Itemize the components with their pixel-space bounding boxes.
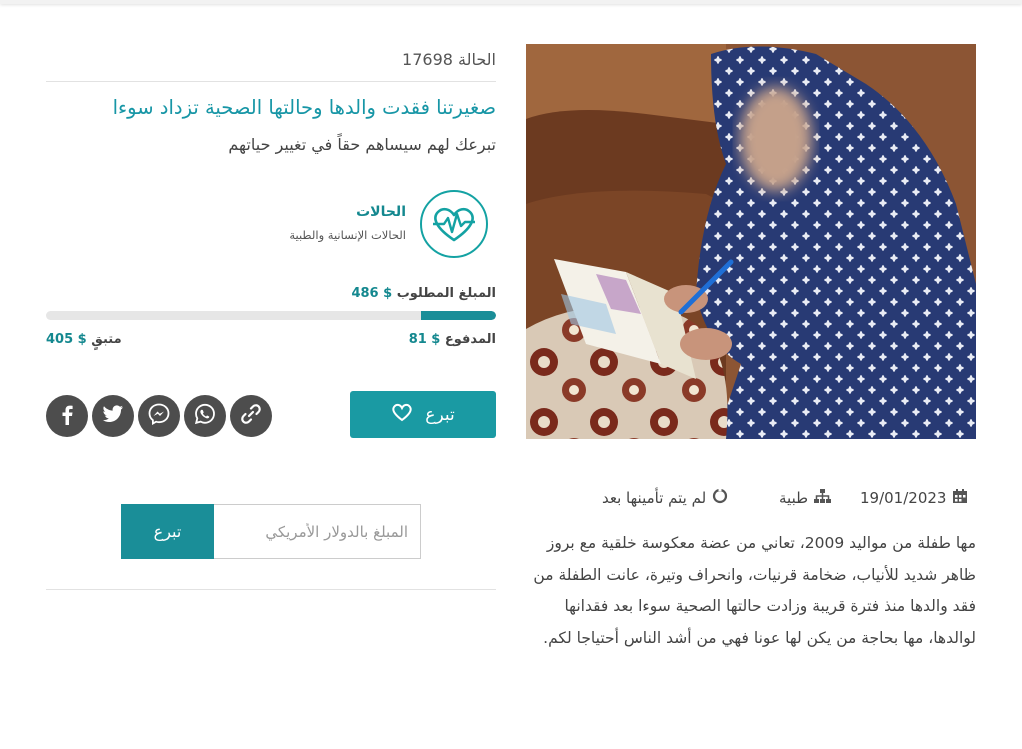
remaining-value: 405 $ [46, 332, 87, 347]
donate-amount-button[interactable]: تبرع [121, 504, 214, 559]
donate-button[interactable]: تبرع [350, 391, 496, 438]
whatsapp-icon [194, 403, 216, 429]
messenger-icon [148, 403, 170, 429]
share-facebook-button[interactable] [46, 395, 88, 437]
heart-icon [391, 402, 413, 427]
share-link-button[interactable] [230, 395, 272, 437]
case-subtitle: تبرعك لهم سيساهم حقاً في تغيير حياتهم [228, 135, 496, 154]
link-icon [240, 403, 262, 429]
category-description: الحالات الإنسانية والطبية [289, 228, 406, 242]
case-date: 19/01/2023 [860, 486, 976, 510]
funding-progress-fill [420, 311, 496, 320]
funding-progress-bar [46, 311, 496, 320]
divider [46, 81, 496, 82]
case-title: صغيرتنا فقدت والدها وحالتها الصحية تزداد… [112, 96, 496, 119]
top-bar [0, 0, 1022, 4]
category-text: طبية [779, 489, 809, 507]
twitter-icon [102, 405, 124, 427]
insurance-text: لم يتم تأمينها بعد [602, 489, 707, 507]
case-number: الحالة 17698 [402, 50, 496, 69]
sitemap-icon [814, 488, 832, 508]
share-whatsapp-button[interactable] [184, 395, 226, 437]
remaining-label: متبقٍ [91, 332, 122, 347]
category-icon-badge[interactable] [420, 190, 488, 258]
required-value: 486 $ [351, 286, 393, 301]
donate-button-label: تبرع [425, 404, 455, 425]
date-text: 19/01/2023 [860, 489, 947, 507]
required-amount: المبلغ المطلوب 486 $ [296, 286, 496, 301]
divider [46, 589, 496, 590]
insurance-status: لم يتم تأمينها بعد [602, 486, 762, 510]
paid-label: المدفوع [444, 332, 496, 347]
share-messenger-button[interactable] [138, 395, 180, 437]
case-category: طبية [779, 486, 845, 510]
case-story: مها طفلة من مواليد 2009، تعاني من عضة مع… [533, 534, 976, 647]
remaining-amount: متبقٍ 405 $ [46, 332, 186, 347]
calendar-icon [952, 488, 968, 508]
donation-amount-input[interactable] [214, 504, 421, 559]
paid-value: 81 $ [408, 332, 441, 347]
paid-amount: المدفوع 81 $ [296, 332, 496, 347]
share-twitter-button[interactable] [92, 395, 134, 437]
share-buttons [46, 395, 272, 437]
category-name[interactable]: الحالات [250, 204, 406, 220]
circle-notch-icon [712, 488, 728, 508]
facebook-icon [58, 403, 76, 429]
required-label: المبلغ المطلوب [396, 286, 496, 301]
case-photo [526, 44, 976, 439]
